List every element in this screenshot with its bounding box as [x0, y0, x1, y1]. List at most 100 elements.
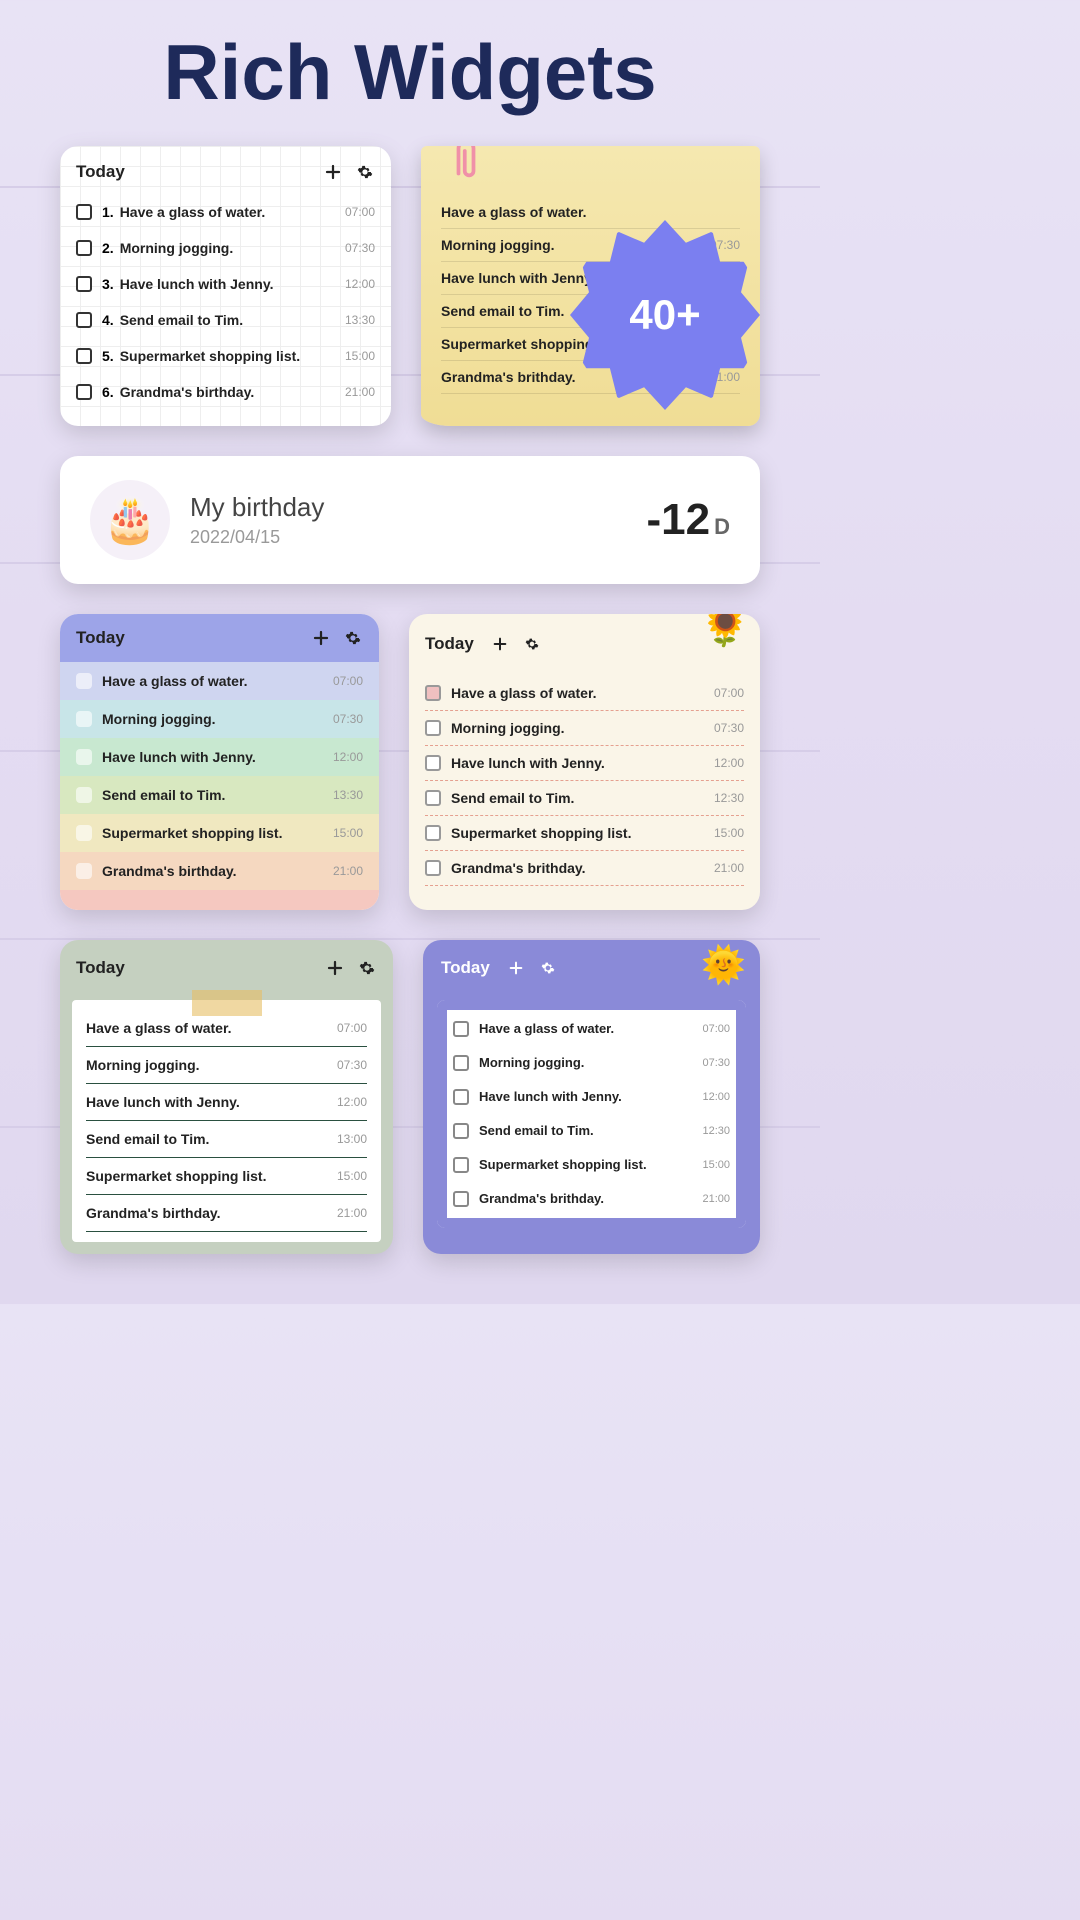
add-icon[interactable] [323, 162, 343, 182]
task-item[interactable]: Have a glass of water.07:00 [453, 1012, 730, 1046]
task-item[interactable]: 5.Supermarket shopping list.15:00 [76, 338, 375, 374]
task-text: Supermarket shopping list. [86, 1168, 337, 1184]
gear-icon[interactable] [355, 162, 375, 182]
gear-icon[interactable] [343, 628, 363, 648]
checkbox[interactable] [76, 204, 92, 220]
task-item[interactable]: Supermarket shopping list.15:00 [86, 1158, 367, 1195]
checkbox[interactable] [76, 749, 92, 765]
task-item[interactable]: Have a glass of water.07:00 [425, 676, 744, 711]
task-item[interactable]: Morning jogging.07:30 [425, 711, 744, 746]
task-item[interactable]: Have a glass of water. [441, 196, 740, 229]
task-item[interactable]: Send email to Tim.13:00 [86, 1121, 367, 1158]
task-text: Send email to Tim. [102, 787, 333, 803]
task-item[interactable]: Have a glass of water.07:00 [60, 662, 379, 700]
widget-purple-todo[interactable]: 🌞 Today Have a glass of water.07:00Morni… [423, 940, 760, 1254]
task-item[interactable]: Send email to Tim.12:30 [453, 1114, 730, 1148]
task-item[interactable]: Have lunch with Jenny.12:00 [60, 738, 379, 776]
task-list: Have a glass of water.07:00Morning joggi… [86, 1010, 367, 1232]
widget-countdown[interactable]: 🎂 My birthday 2022/04/15 -12D [60, 456, 760, 584]
task-text: Grandma's birthday. [120, 384, 345, 400]
add-icon[interactable] [311, 628, 331, 648]
widget-title: Today [425, 634, 474, 654]
checkbox[interactable] [425, 755, 441, 771]
checkbox[interactable] [76, 312, 92, 328]
checkbox[interactable] [425, 720, 441, 736]
task-text: Have lunch with Jenny. [120, 276, 345, 292]
task-item[interactable]: Grandma's birthday.21:00 [86, 1195, 367, 1232]
task-item[interactable]: 1.Have a glass of water.07:00 [76, 194, 375, 230]
task-item[interactable]: Grandma's brithday.21:00 [425, 851, 744, 886]
task-list: Have a glass of water.07:00Morning joggi… [453, 1012, 730, 1216]
task-item[interactable]: Supermarket shopping list.15:00 [453, 1148, 730, 1182]
add-icon[interactable] [325, 958, 345, 978]
task-item[interactable]: Supermarket shopping list.15:00 [60, 814, 379, 852]
task-text: Send email to Tim. [451, 790, 714, 806]
task-text: Have a glass of water. [86, 1020, 337, 1036]
task-item[interactable]: 2.Morning jogging.07:30 [76, 230, 375, 266]
task-text: Supermarket shopping list. [120, 348, 345, 364]
task-number: 5. [102, 348, 114, 364]
task-item[interactable]: 4.Send email to Tim.13:30 [76, 302, 375, 338]
widget-green-todo[interactable]: Today Have a glass of water.07:00Morning… [60, 940, 393, 1254]
checkbox[interactable] [453, 1089, 469, 1105]
task-number: 1. [102, 204, 114, 220]
task-time: 21:00 [337, 1206, 367, 1220]
task-time: 12:30 [702, 1125, 730, 1137]
task-item[interactable]: Have lunch with Jenny.12:00 [425, 746, 744, 781]
checkbox[interactable] [76, 348, 92, 364]
checkbox[interactable] [76, 384, 92, 400]
task-item[interactable]: Grandma's brithday.21:00 [453, 1182, 730, 1216]
task-item[interactable]: Have lunch with Jenny.12:00 [453, 1080, 730, 1114]
task-time: 07:30 [702, 1057, 730, 1069]
sun-icon: 🌞 [701, 944, 746, 986]
task-item[interactable]: Morning jogging.07:30 [453, 1046, 730, 1080]
task-item[interactable]: Morning jogging.07:30 [86, 1047, 367, 1084]
task-list: Have a glass of water.07:00Morning joggi… [425, 676, 744, 886]
countdown-date: 2022/04/15 [190, 527, 627, 548]
widget-grid-todo[interactable]: Today 1.Have a glass of water.07:002.Mor… [60, 146, 391, 426]
checkbox[interactable] [453, 1191, 469, 1207]
task-time: 12:00 [333, 750, 363, 764]
task-item[interactable]: Send email to Tim.12:30 [425, 781, 744, 816]
checkbox[interactable] [425, 860, 441, 876]
task-text: Morning jogging. [451, 720, 714, 736]
checkbox[interactable] [76, 787, 92, 803]
checkbox[interactable] [453, 1157, 469, 1173]
gear-icon[interactable] [357, 958, 377, 978]
task-text: Grandma's birthday. [86, 1205, 337, 1221]
checkbox[interactable] [425, 790, 441, 806]
task-time: 07:30 [345, 241, 375, 255]
task-text: Morning jogging. [86, 1057, 337, 1073]
checkbox[interactable] [425, 685, 441, 701]
add-icon[interactable] [506, 958, 526, 978]
task-text: Have lunch with Jenny. [86, 1094, 337, 1110]
checkbox[interactable] [76, 711, 92, 727]
widget-flower-todo[interactable]: 🌻 Today Have a glass of water.07:00Morni… [409, 614, 760, 910]
checkbox[interactable] [453, 1055, 469, 1071]
task-time: 07:00 [345, 205, 375, 219]
cake-icon: 🎂 [90, 480, 170, 560]
task-item[interactable]: Have lunch with Jenny.12:00 [86, 1084, 367, 1121]
task-number: 4. [102, 312, 114, 328]
task-item[interactable]: Grandma's birthday.21:00 [60, 852, 379, 890]
gear-icon[interactable] [522, 634, 542, 654]
checkbox[interactable] [76, 825, 92, 841]
task-item[interactable]: 6.Grandma's birthday.21:00 [76, 374, 375, 410]
gear-icon[interactable] [538, 958, 558, 978]
checkbox[interactable] [425, 825, 441, 841]
task-item[interactable]: Supermarket shopping list.15:00 [425, 816, 744, 851]
task-text: Have a glass of water. [451, 685, 714, 701]
widget-rainbow-todo[interactable]: Today Have a glass of water.07:00Morning… [60, 614, 379, 910]
checkbox[interactable] [76, 276, 92, 292]
checkbox[interactable] [453, 1123, 469, 1139]
widget-title: Today [76, 958, 125, 978]
checkbox[interactable] [453, 1021, 469, 1037]
task-item[interactable]: Morning jogging.07:30 [60, 700, 379, 738]
add-icon[interactable] [490, 634, 510, 654]
checkbox[interactable] [76, 863, 92, 879]
task-item[interactable]: 3.Have lunch with Jenny.12:00 [76, 266, 375, 302]
checkbox[interactable] [76, 240, 92, 256]
countdown-unit: D [714, 514, 730, 539]
task-item[interactable]: Send email to Tim.13:30 [60, 776, 379, 814]
checkbox[interactable] [76, 673, 92, 689]
